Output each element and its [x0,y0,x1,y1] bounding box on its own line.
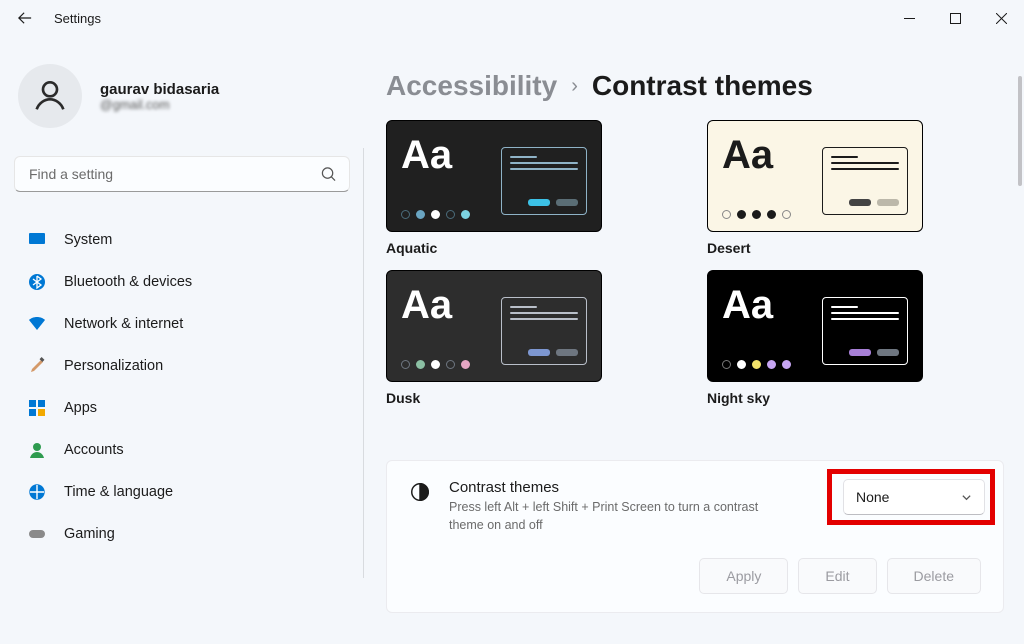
theme-dropdown[interactable]: None [843,479,985,515]
preview-aa: Aa [401,135,452,221]
sidebar-item-gaming[interactable]: Gaming [14,514,350,554]
theme-preview-aquatic[interactable]: Aa Aquatic [386,120,683,256]
delete-button[interactable]: Delete [887,558,981,594]
preview-label: Aquatic [386,240,683,256]
breadcrumb: Accessibility › Contrast themes [386,70,1004,102]
profile-email: @gmail.com [100,98,219,112]
edit-button[interactable]: Edit [798,558,876,594]
back-button[interactable] [18,11,32,25]
preview-window [822,297,908,365]
preview-label: Night sky [707,390,1004,406]
sidebar-item-label: Bluetooth & devices [64,274,192,290]
contrast-themes-card: Contrast themes Press left Alt + left Sh… [386,460,1004,613]
preview-label: Dusk [386,390,683,406]
sidebar-item-network[interactable]: Network & internet [14,304,350,344]
search-icon [321,167,336,182]
sidebar-item-bluetooth[interactable]: Bluetooth & devices [14,262,350,302]
preview-window [822,147,908,215]
sidebar-item-personalization[interactable]: Personalization [14,346,350,386]
card-title: Contrast themes [449,479,779,496]
preview-aa: Aa [722,135,773,221]
contrast-icon [409,481,431,503]
sidebar-item-time-language[interactable]: Time & language [14,472,350,512]
breadcrumb-parent[interactable]: Accessibility [386,70,557,102]
titlebar: Settings [0,0,1024,36]
wifi-icon [28,315,46,333]
preview-aa: Aa [401,285,452,371]
preview-label: Desert [707,240,1004,256]
sidebar-item-label: Accounts [64,442,124,458]
sidebar-item-label: Network & internet [64,316,183,332]
card-description: Press left Alt + left Shift + Print Scre… [449,498,779,534]
theme-dropdown-value: None [856,489,889,505]
sidebar-item-label: Personalization [64,358,163,374]
profile-name: gaurav bidasaria [100,81,219,98]
sidebar-item-label: Apps [64,400,97,416]
preview-aa: Aa [722,285,773,371]
sidebar-item-apps[interactable]: Apps [14,388,350,428]
theme-preview-dusk[interactable]: Aa Dusk [386,270,683,406]
gaming-icon [28,525,46,543]
sidebar: gaurav bidasaria @gmail.com System Bluet… [0,36,364,644]
sidebar-item-label: Time & language [64,484,173,500]
minimize-button[interactable] [886,2,932,34]
profile-block[interactable]: gaurav bidasaria @gmail.com [14,64,350,128]
brush-icon [28,357,46,375]
accounts-icon [28,441,46,459]
close-button[interactable] [978,2,1024,34]
chevron-down-icon [961,492,972,503]
search-input[interactable] [14,156,350,192]
apply-button[interactable]: Apply [699,558,788,594]
preview-window [501,147,587,215]
theme-preview-desert[interactable]: Aa Desert [707,120,1004,256]
bluetooth-icon [28,273,46,291]
sidebar-item-system[interactable]: System [14,220,350,260]
nav-list: System Bluetooth & devices Network & int… [14,220,350,554]
page-title: Contrast themes [592,70,813,102]
globe-icon [28,483,46,501]
avatar [18,64,82,128]
scrollbar[interactable] [1018,76,1022,186]
main-panel: Accessibility › Contrast themes Aa Aquat… [364,36,1024,613]
sidebar-item-accounts[interactable]: Accounts [14,430,350,470]
system-icon [28,231,46,249]
preview-window [501,297,587,365]
window-title: Settings [54,11,101,26]
maximize-button[interactable] [932,2,978,34]
sidebar-item-label: System [64,232,112,248]
theme-preview-night-sky[interactable]: Aa Night sky [707,270,1004,406]
sidebar-item-label: Gaming [64,526,115,542]
apps-icon [28,399,46,417]
chevron-right-icon: › [571,75,578,98]
